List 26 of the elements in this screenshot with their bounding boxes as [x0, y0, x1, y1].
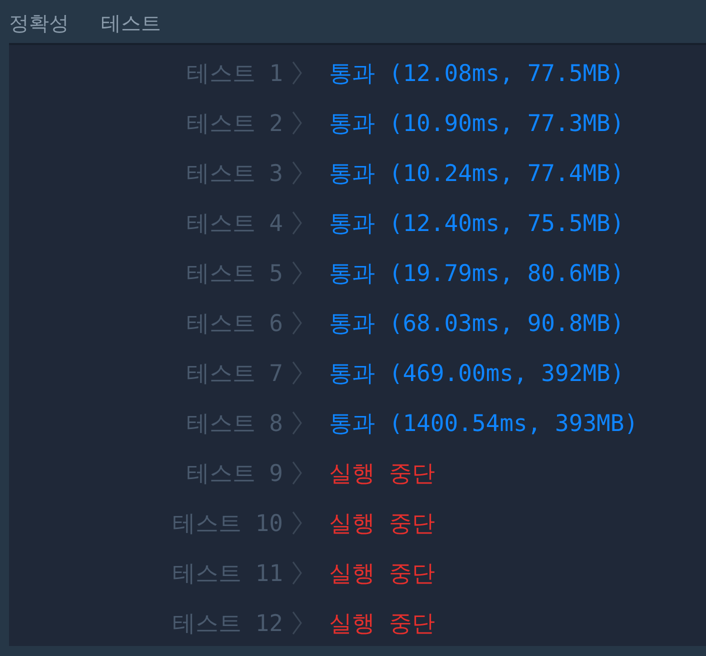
chevron-icon — [292, 411, 302, 435]
test-result: 통과 (469.00ms, 392MB) — [329, 360, 626, 388]
chevron-icon — [292, 111, 302, 135]
test-result: 통과 (12.08ms, 77.5MB) — [329, 60, 626, 88]
test-result: 통과 (12.40ms, 75.5MB) — [329, 210, 626, 238]
chevron-icon — [292, 611, 302, 635]
chevron-icon — [292, 511, 302, 535]
chevron-icon — [292, 61, 302, 85]
chevron-icon — [292, 361, 302, 385]
test-result: 실행 중단 — [329, 460, 436, 488]
test-result: 실행 중단 — [329, 510, 436, 538]
chevron-icon — [292, 161, 302, 185]
test-result: 통과 (10.24ms, 77.4MB) — [329, 160, 626, 188]
test-result: 통과 (1400.54ms, 393MB) — [329, 410, 640, 438]
chevron-icon — [292, 211, 302, 235]
test-result: 실행 중단 — [329, 560, 436, 588]
chevron-icon — [292, 561, 302, 585]
column-header: 정확성 — [9, 10, 69, 37]
chevron-icon — [292, 261, 302, 285]
test-result: 통과 (68.03ms, 90.8MB) — [329, 310, 626, 338]
chevron-icon — [292, 311, 302, 335]
chevron-icon — [292, 461, 302, 485]
test-result: 통과 (19.79ms, 80.6MB) — [329, 260, 626, 288]
test-result: 실행 중단 — [329, 610, 436, 638]
column-header: 테스트 — [101, 10, 161, 37]
test-result: 통과 (10.90ms, 77.3MB) — [329, 110, 626, 138]
